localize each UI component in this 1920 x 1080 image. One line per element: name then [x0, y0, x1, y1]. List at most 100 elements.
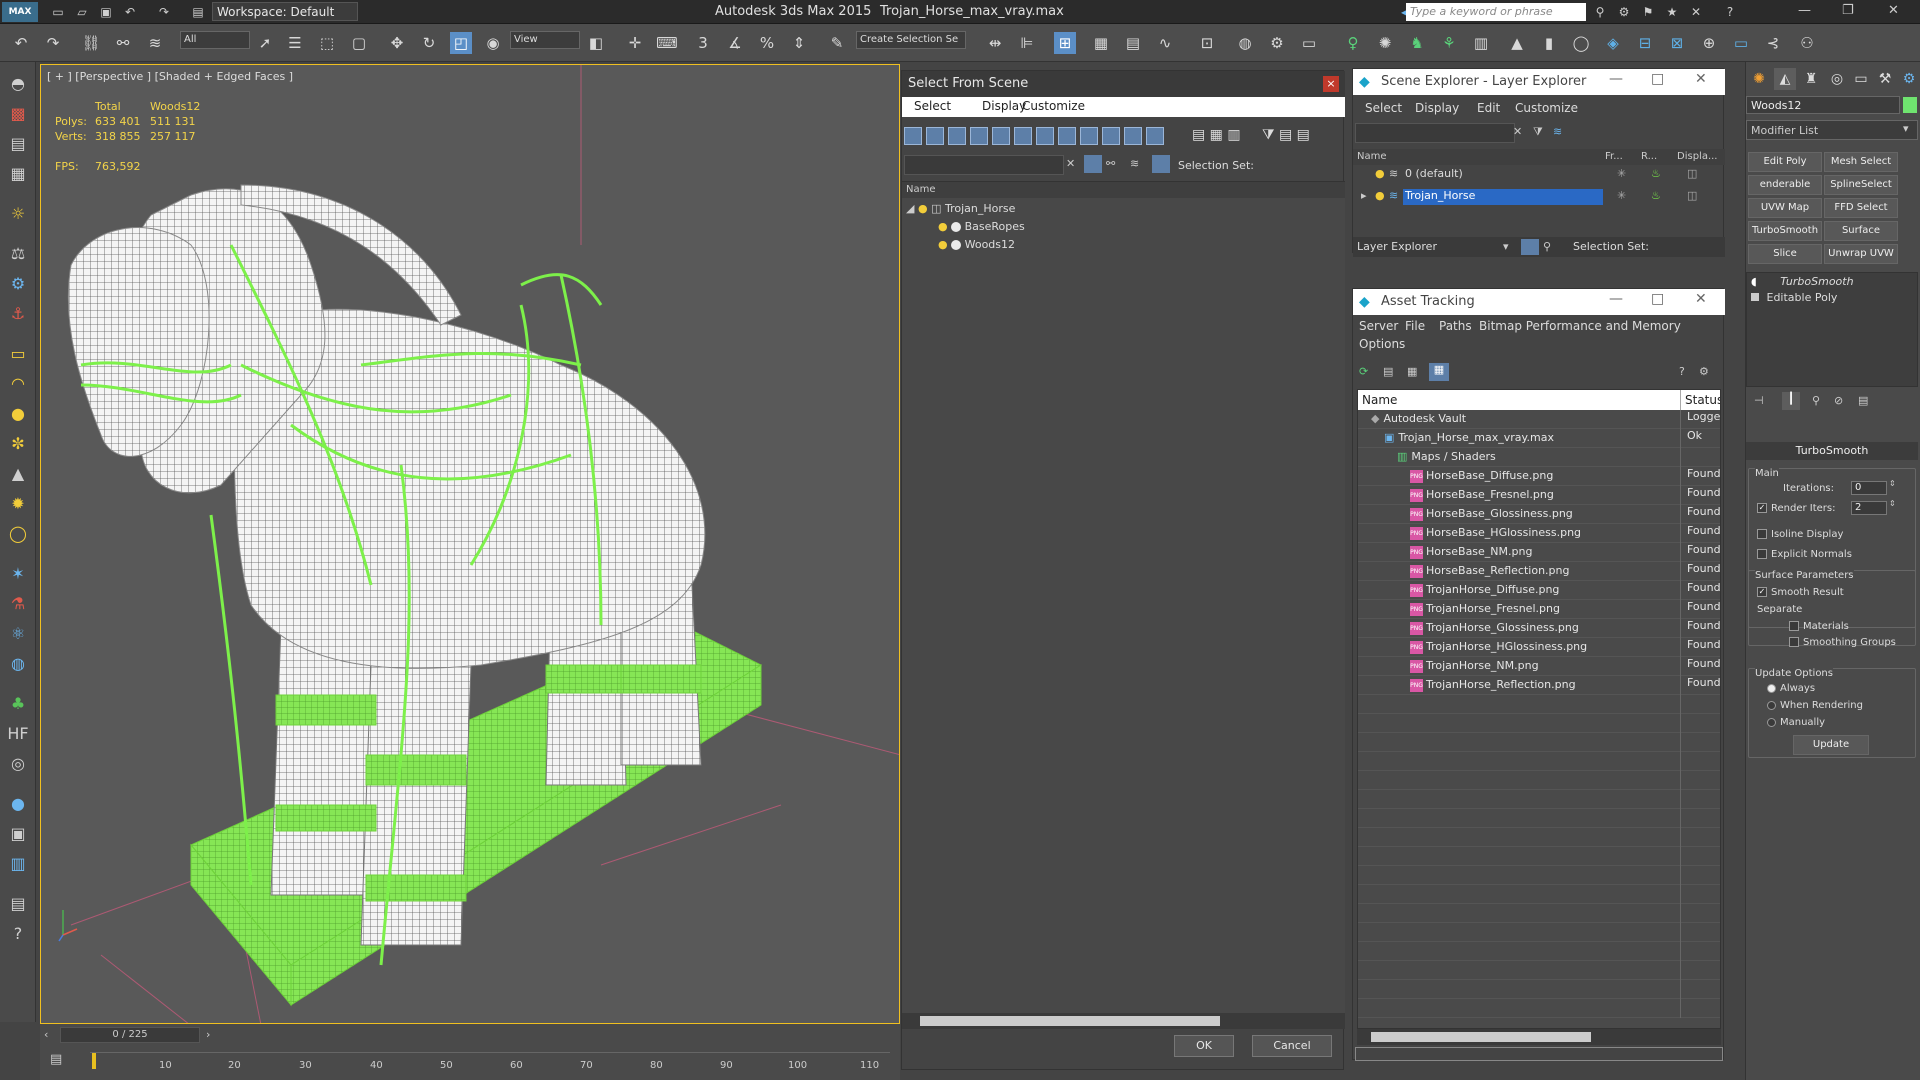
display-frozen-icon[interactable]: [1124, 127, 1142, 145]
modifier-button[interactable]: Edit Poly: [1748, 152, 1822, 172]
layer-row[interactable]: ● ≋ 0 (default) ✳ ♨ ◫: [1353, 167, 1725, 183]
hierarchy-icon[interactable]: [1152, 155, 1170, 173]
vray-scene-converter-icon[interactable]: ⊟: [1634, 32, 1656, 54]
asset-row[interactable]: PNG HorseBase_NM.png Found: [1358, 543, 1720, 562]
scrollbar-thumb[interactable]: [920, 1016, 1220, 1026]
curve-editor-icon[interactable]: ∿: [1154, 32, 1176, 54]
light-bulb-icon[interactable]: ●: [918, 202, 928, 215]
object-name-field[interactable]: Woods12: [1746, 96, 1900, 114]
vray-sun-icon[interactable]: ✺: [1374, 32, 1396, 54]
select-and-rotate-icon[interactable]: ↻: [418, 32, 440, 54]
teapot-icon[interactable]: ◯: [6, 522, 30, 546]
camera-icon[interactable]: ◓: [6, 72, 30, 96]
options-icon[interactable]: ⚙: [1699, 365, 1709, 378]
helper-icon[interactable]: ⚖: [6, 242, 30, 266]
asset-row[interactable]: PNG TrojanHorse_Fresnel.png Found: [1358, 600, 1720, 619]
spinner-arrows-icon[interactable]: ⇕: [1889, 479, 1896, 488]
filter-icon[interactable]: ⧩ ▤ ▤: [1262, 127, 1310, 143]
vray-frame-buffer-icon[interactable]: ▭: [1730, 32, 1752, 54]
clear-search-icon[interactable]: ✕: [1513, 125, 1522, 138]
menu-bitmap-performance[interactable]: Bitmap Performance and Memory: [1479, 319, 1681, 333]
menu-edit[interactable]: Edit: [1477, 101, 1500, 115]
grid-icon[interactable]: ▦: [6, 162, 30, 186]
manually-radio[interactable]: Manually: [1767, 717, 1825, 728]
object-color-swatch[interactable]: [1903, 97, 1917, 113]
redo-icon[interactable]: ↷: [156, 4, 172, 20]
path-input[interactable]: [1355, 1047, 1723, 1061]
cancel-button[interactable]: Cancel: [1252, 1035, 1332, 1057]
ok-button[interactable]: OK: [1174, 1035, 1234, 1057]
communication-center-icon[interactable]: ⚑: [1640, 4, 1656, 20]
iterations-spinner[interactable]: 0: [1851, 481, 1887, 495]
menu-options[interactable]: Options: [1359, 337, 1405, 351]
asset-row[interactable]: PNG HorseBase_Reflection.png Found: [1358, 562, 1720, 581]
viewport-layout-icon[interactable]: ▥: [6, 852, 30, 876]
light-bulb-icon[interactable]: ●: [1375, 167, 1385, 180]
modifier-button[interactable]: Mesh Select: [1824, 152, 1898, 172]
filter-icon[interactable]: ⧩: [1533, 125, 1543, 139]
globe-icon[interactable]: ◍: [6, 652, 30, 676]
render-teapot-icon[interactable]: ♨: [1651, 167, 1661, 180]
menu-customize[interactable]: Customize: [1515, 101, 1578, 115]
open-file-icon[interactable]: ▱: [74, 4, 90, 20]
undo-icon[interactable]: ↶: [10, 32, 32, 54]
explicit-normals-checkbox[interactable]: Explicit Normals: [1757, 549, 1852, 560]
vray-options-icon[interactable]: ⊰: [1762, 32, 1784, 54]
reference-coordinate-dropdown[interactable]: View: [510, 31, 580, 49]
timeline-ruler[interactable]: [90, 1052, 890, 1070]
layers-icon[interactable]: ≋: [1553, 125, 1562, 138]
display-icon[interactable]: ◫: [1687, 189, 1697, 202]
minimize-icon[interactable]: —: [1609, 291, 1623, 307]
display-geometry-icon[interactable]: [904, 127, 922, 145]
viewport-label[interactable]: [ + ] [Perspective ] [Shaded + Edged Fac…: [47, 70, 293, 83]
list-item[interactable]: ◢ ● ◫ Trojan_Horse: [906, 202, 1015, 218]
materials-checkbox[interactable]: Materials: [1789, 621, 1849, 632]
scene-explorer-toggle-icon[interactable]: ⊞: [1054, 32, 1076, 54]
binoculars-icon[interactable]: ⚲: [1592, 4, 1608, 20]
app-logo[interactable]: MAX: [2, 2, 38, 22]
search-input[interactable]: Type a keyword or phrase: [1406, 3, 1586, 21]
asset-row[interactable]: ◆ Autodesk Vault Logge: [1358, 410, 1720, 429]
particle-icon[interactable]: ✶: [6, 562, 30, 586]
select-and-scale-icon[interactable]: ◰: [450, 32, 472, 54]
vray-mesh-export-icon[interactable]: ▮: [1538, 32, 1560, 54]
light-bulb-icon[interactable]: ◖: [1751, 275, 1757, 288]
asset-row[interactable]: PNG TrojanHorse_Glossiness.png Found: [1358, 619, 1720, 638]
smoothing-groups-checkbox[interactable]: Smoothing Groups: [1789, 637, 1896, 648]
layers-icon[interactable]: ≋: [1130, 157, 1139, 170]
dynamics-icon[interactable]: ⚗: [6, 592, 30, 616]
tree-view-icon[interactable]: ▦: [1407, 365, 1417, 378]
select-and-link-icon[interactable]: ⛓: [80, 32, 102, 54]
percent-snap-icon[interactable]: %: [756, 32, 778, 54]
asset-row[interactable]: PNG TrojanHorse_NM.png Found: [1358, 657, 1720, 676]
show-end-result-icon[interactable]: ┃: [1782, 392, 1800, 410]
modifier-button[interactable]: Unwrap UVW: [1824, 244, 1898, 264]
render-frame-icon[interactable]: ▭: [1298, 32, 1320, 54]
menu-customize[interactable]: Customize: [1022, 99, 1085, 113]
rectangular-selection-icon[interactable]: ⬚: [316, 32, 338, 54]
horizontal-scrollbar[interactable]: [1357, 1029, 1721, 1045]
display-all-icon[interactable]: ▤ ▦ ▥: [1192, 127, 1241, 143]
configure-sets-icon[interactable]: ▤: [1858, 394, 1868, 407]
select-by-name-icon[interactable]: ☰: [284, 32, 306, 54]
render-sphere-icon[interactable]: ●: [6, 792, 30, 816]
modifier-button[interactable]: UVW Map: [1748, 198, 1822, 218]
save-file-icon[interactable]: ▣: [98, 4, 114, 20]
minimize-icon[interactable]: —: [1798, 3, 1811, 18]
menu-file[interactable]: File: [1405, 319, 1425, 333]
graphite-tools-icon[interactable]: ▤: [1122, 32, 1144, 54]
asset-row[interactable]: PNG TrojanHorse_Diffuse.png Found: [1358, 581, 1720, 600]
refresh-icon[interactable]: ⟳: [1359, 365, 1368, 378]
workspace-dropdown[interactable]: Workspace: Default: [212, 2, 358, 21]
maximize-icon[interactable]: □: [1651, 71, 1664, 87]
display-tab-icon[interactable]: ▭: [1850, 68, 1872, 90]
minimize-icon[interactable]: —: [1609, 71, 1623, 87]
subscription-icon[interactable]: ⚙: [1616, 4, 1632, 20]
create-selection-set-dropdown[interactable]: Create Selection Se: [856, 31, 966, 49]
freeze-icon[interactable]: ✳: [1617, 189, 1626, 202]
always-radio[interactable]: Always: [1767, 683, 1815, 694]
modifier-button[interactable]: SplineSelect: [1824, 175, 1898, 195]
undo-icon[interactable]: ↶: [122, 4, 138, 20]
sync-selection-icon[interactable]: ⚯: [1106, 157, 1115, 170]
when-rendering-radio[interactable]: When Rendering: [1767, 700, 1863, 711]
